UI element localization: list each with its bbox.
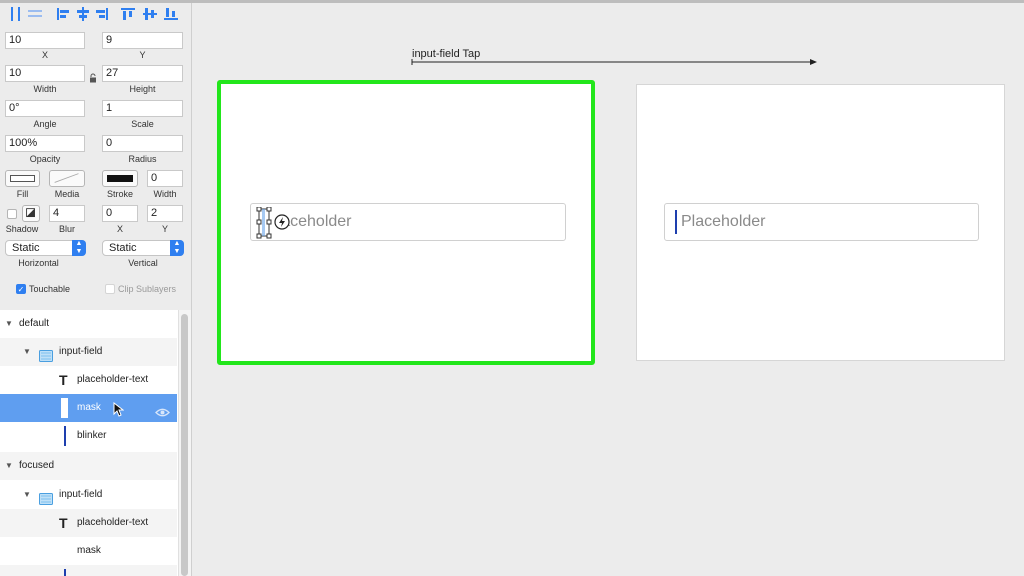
y-label: Y [139,50,146,60]
focused-state-screen[interactable]: Placeholder [636,84,1005,361]
y-field[interactable]: 9 [102,32,183,49]
select-arrows-icon: ▲ ▼ [72,240,86,256]
layer-row-placeholder-text[interactable]: T placeholder-text [0,366,177,394]
height-label: Height [129,84,156,94]
blur-field[interactable]: 4 [49,205,85,222]
fill-label: Fill [16,189,29,199]
layer-label: mask [77,402,101,413]
rectangle-layer-icon [61,398,68,418]
stroke-label: Stroke [106,189,133,199]
stroke-preview [107,175,133,182]
layer-row-focused[interactable]: ▼ focused [0,452,177,480]
layers-panel: ▼ default ▼ input-field T placeholder-te… [0,310,191,576]
layer-row-input-field-focused[interactable]: ▼ input-field [0,481,177,509]
stroke-width-field[interactable]: 0 [147,170,183,187]
default-state-screen[interactable]: Placeholder [217,80,595,365]
x-label: X [41,50,48,60]
transition-arrow[interactable] [410,57,820,67]
layer-label: mask [77,545,101,556]
height-field[interactable]: 27 [102,65,183,82]
layer-row-default[interactable]: ▼ default [0,310,177,338]
fill-swatch[interactable] [5,170,40,187]
clip-sublayers-label: Clip Sublayers [118,284,177,294]
shadow-label: Shadow [5,224,39,234]
input-field-focused[interactable]: Placeholder [664,203,979,241]
layer-label: input-field [59,489,103,500]
align-center-icon[interactable] [75,6,91,22]
blur-label: Blur [58,224,75,234]
media-preview-icon [54,173,79,183]
shadow-y-field[interactable]: 2 [147,205,183,222]
blinker-caret [675,210,677,234]
shadow-y-label: Y [161,224,168,234]
layer-row-blinker[interactable]: blinker [0,422,177,450]
angle-field[interactable]: 0° [5,100,85,117]
opacity-field[interactable]: 100% [5,135,85,152]
touchable-checkbox[interactable]: ✓ [16,284,26,294]
shadow-x-label: X [116,224,123,234]
blinker-layer-icon [64,426,66,446]
fill-preview [10,175,35,182]
layers-scrollbar-thumb[interactable] [181,314,188,576]
distribute-icon[interactable] [27,6,43,22]
lock-icon[interactable] [89,70,97,83]
scale-field[interactable]: 1 [102,100,183,117]
vertical-value: Static [109,242,137,254]
placeholder-text: Placeholder [681,213,766,230]
radius-label: Radius [128,154,157,164]
layer-row-placeholder-text-focused[interactable]: T placeholder-text [0,509,177,537]
width-field[interactable]: 10 [5,65,85,82]
input-field-default[interactable]: Placeholder [250,203,566,241]
layer-label: input-field [59,346,103,357]
layer-label: placeholder-text [77,374,149,385]
layer-label: blinker [77,430,107,441]
touchable-label: Touchable [29,284,71,294]
layer-label: placeholder-text [77,517,149,528]
horizontal-value: Static [12,242,40,254]
disclosure-triangle-icon[interactable]: ▼ [23,481,31,509]
layer-row-partial [0,565,177,576]
shadow-x-field[interactable]: 0 [102,205,138,222]
inspector-panel: 10 X 9 Y 10 Width 27 Height 0° Angle 1 S… [0,3,191,308]
text-layer-icon: T [59,515,68,531]
layer-label: focused [19,460,55,471]
stroke-swatch[interactable] [102,170,138,187]
width-label: Width [33,84,57,94]
align-middle-icon[interactable] [142,6,158,22]
mask-selection-handles[interactable] [255,207,299,239]
align-top-icon[interactable] [120,6,136,22]
align-left-icon[interactable] [55,6,71,22]
text-layer-icon: T [59,372,68,388]
x-field[interactable]: 10 [5,32,85,49]
clip-sublayers-checkbox[interactable] [105,284,115,294]
stroke-width-label: Width [153,189,177,199]
horizontal-label: Horizontal [18,258,59,268]
align-right-icon[interactable] [94,6,110,22]
radius-field[interactable]: 0 [102,135,183,152]
align-horizontal-icon[interactable] [8,6,24,22]
horizontal-select[interactable]: Static ▲ ▼ [5,240,86,256]
disclosure-triangle-icon[interactable]: ▼ [5,452,13,480]
shadow-color-swatch[interactable] [22,205,40,222]
media-swatch[interactable] [49,170,85,187]
layer-label: default [19,318,50,329]
blinker-layer-icon [64,569,66,576]
shadow-checkbox[interactable] [7,209,17,219]
media-label: Media [54,189,80,199]
layer-row-mask[interactable]: mask [0,394,177,422]
disclosure-triangle-icon[interactable]: ▼ [5,310,13,338]
layer-row-input-field[interactable]: ▼ input-field [0,338,177,366]
opacity-label: Opacity [29,154,61,164]
select-arrows-icon: ▲ ▼ [170,240,184,256]
layer-row-mask-focused[interactable]: mask [0,537,177,565]
scale-label: Scale [131,119,154,129]
vertical-select[interactable]: Static ▲ ▼ [102,240,184,256]
align-bottom-icon[interactable] [163,6,179,22]
angle-label: Angle [33,119,57,129]
shadow-preview-icon [26,208,35,218]
disclosure-triangle-icon[interactable]: ▼ [23,338,31,366]
vertical-label: Vertical [128,258,158,268]
panel-divider[interactable] [191,3,192,576]
align-toolbar [0,3,191,25]
